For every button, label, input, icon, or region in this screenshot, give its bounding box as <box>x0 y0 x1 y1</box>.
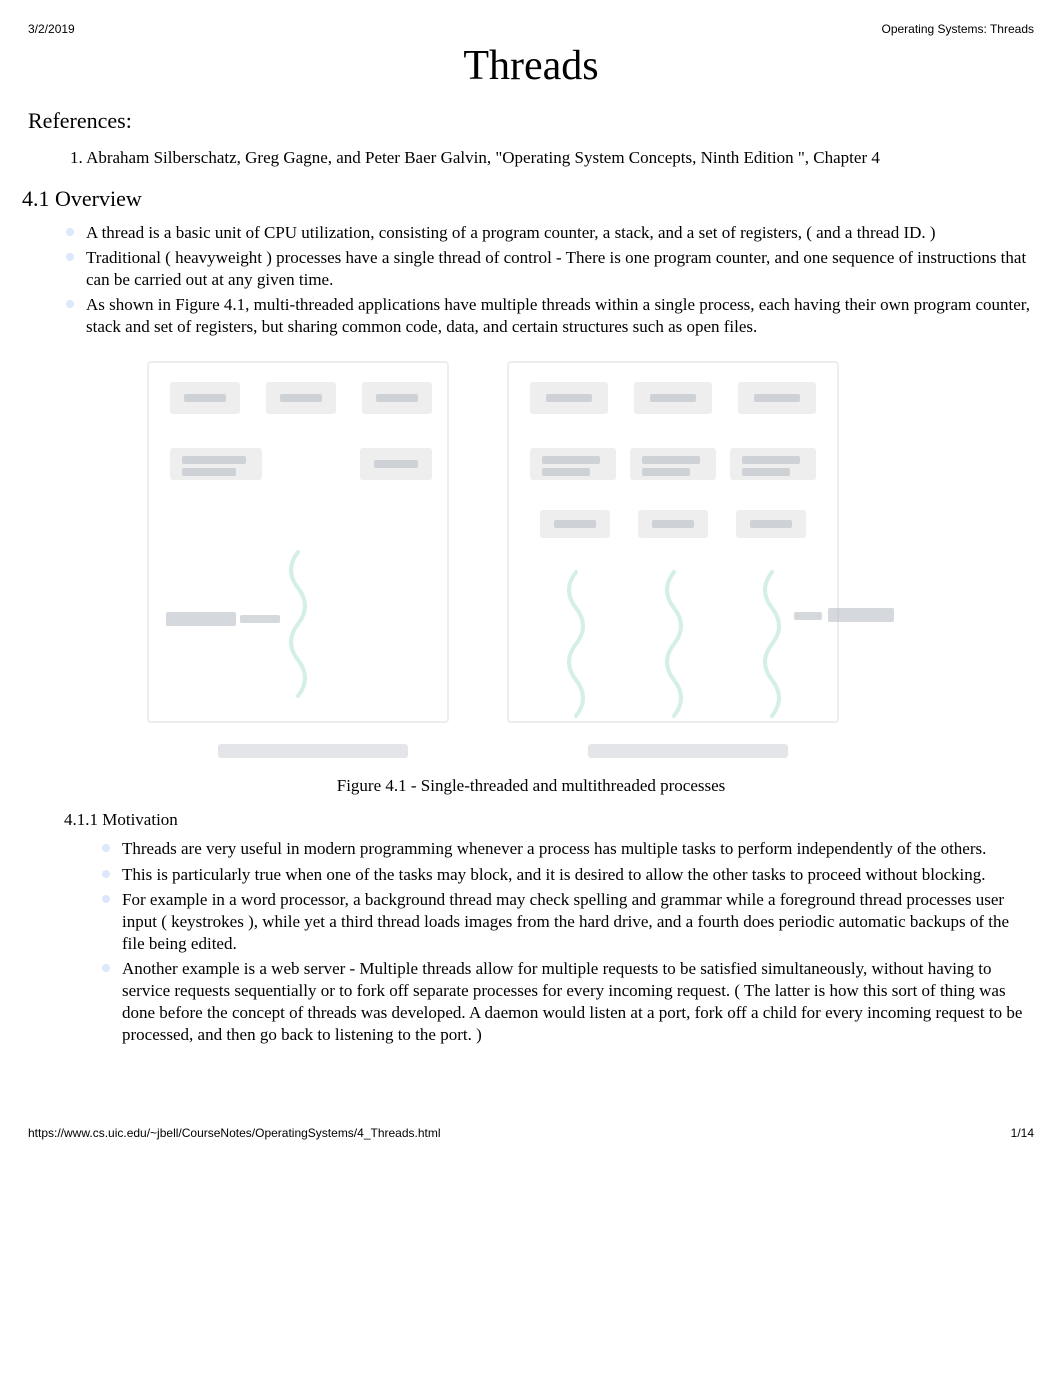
list-item: For example in a word processor, a backg… <box>102 889 1034 955</box>
print-header: 3/2/2019 Operating Systems: Threads <box>28 22 1034 36</box>
page-title: Threads <box>28 42 1034 90</box>
section-4-1-heading: 4.1 Overview <box>22 186 1034 212</box>
reference-item: 1. Abraham Silberschatz, Greg Gagne, and… <box>70 148 1034 168</box>
list-item: Traditional ( heavyweight ) processes ha… <box>66 247 1034 291</box>
list-item: This is particularly true when one of th… <box>102 864 1034 886</box>
header-doc-title: Operating Systems: Threads <box>881 22 1034 36</box>
reference-text: Abraham Silberschatz, Greg Gagne, and Pe… <box>86 148 880 167</box>
overview-bullets: A thread is a basic unit of CPU utilizat… <box>66 222 1034 338</box>
list-item: Threads are very useful in modern progra… <box>102 838 1034 860</box>
figure-4-1 <box>88 352 1034 772</box>
references-heading: References: <box>28 108 1034 134</box>
multithreaded-panel <box>508 362 894 722</box>
footer-url: https://www.cs.uic.edu/~jbell/CourseNote… <box>28 1126 441 1140</box>
print-footer: https://www.cs.uic.edu/~jbell/CourseNote… <box>28 1126 1034 1140</box>
single-threaded-panel <box>148 362 448 722</box>
reference-number: 1. <box>70 148 86 167</box>
header-date: 3/2/2019 <box>28 22 75 36</box>
section-4-1-1-heading: 4.1.1 Motivation <box>64 810 1034 830</box>
motivation-bullets: Threads are very useful in modern progra… <box>102 838 1034 1046</box>
figure-4-1-svg <box>88 352 918 772</box>
list-item: As shown in Figure 4.1, multi-threaded a… <box>66 294 1034 338</box>
list-item: A thread is a basic unit of CPU utilizat… <box>66 222 1034 244</box>
list-item: Another example is a web server - Multip… <box>102 958 1034 1046</box>
footer-page: 1/14 <box>1011 1126 1034 1140</box>
figure-4-1-caption: Figure 4.1 - Single-threaded and multith… <box>28 776 1034 796</box>
